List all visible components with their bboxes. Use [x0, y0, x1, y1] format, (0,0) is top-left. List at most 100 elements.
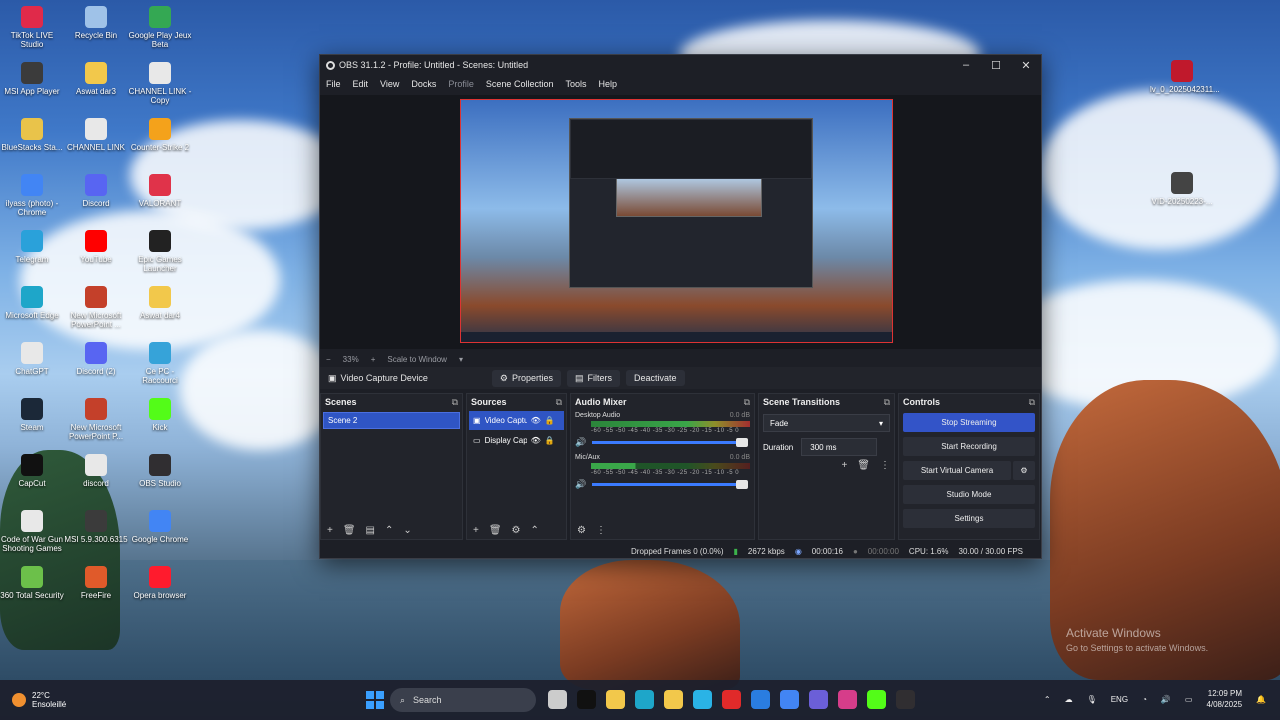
properties-button[interactable]: ⚙ Properties — [491, 369, 562, 387]
desktop-icon[interactable]: Counter-Strike 2 — [128, 118, 192, 152]
desktop-icon[interactable]: MSI 5.9.300.6315 — [64, 510, 128, 544]
volume-fader[interactable]: 🔊 — [575, 437, 750, 448]
desktop-icon[interactable]: Microsoft Edge — [0, 286, 64, 320]
desktop-icon[interactable]: New Microsoft PowerPoint ... — [64, 286, 128, 329]
add-icon[interactable]: + — [473, 525, 479, 536]
desktop-icon[interactable]: Google Play Jeux Beta — [128, 6, 192, 49]
cloud-icon[interactable]: ☁ — [1065, 695, 1073, 704]
chevron-up-icon[interactable]: ⌃ — [531, 525, 539, 536]
desktop-icon[interactable]: Code of War Gun Shooting Games — [0, 510, 64, 553]
stop-streaming-button[interactable]: Stop Streaming — [903, 413, 1035, 432]
menu-tools[interactable]: Tools — [565, 79, 586, 89]
desktop-icon[interactable]: BlueStacks Sta... — [0, 118, 64, 152]
desktop-icon[interactable]: CHANNEL LINK — [64, 118, 128, 152]
add-icon[interactable]: + — [327, 525, 333, 536]
preview-canvas[interactable] — [460, 99, 893, 343]
taskbar-app-icon[interactable] — [606, 690, 625, 709]
gear-icon[interactable]: ⚙ — [512, 525, 521, 536]
taskbar-app-icon[interactable] — [867, 690, 886, 709]
eye-icon[interactable]: 👁 — [531, 436, 541, 445]
desktop-icon[interactable]: Telegram — [0, 230, 64, 264]
menu-help[interactable]: Help — [598, 79, 617, 89]
gear-icon[interactable]: ⚙ — [1013, 461, 1035, 480]
chevron-down-icon[interactable]: ▾ — [459, 355, 463, 364]
source-row[interactable]: ▣ Video Capture Device 👁 🔒 — [469, 411, 564, 430]
filters-button[interactable]: ▤ Filters — [567, 369, 621, 387]
desktop-icon[interactable]: Recycle Bin — [64, 6, 128, 40]
more-icon[interactable]: ⋮ — [596, 525, 606, 536]
desktop-icon[interactable]: Aswat dar3 — [64, 62, 128, 96]
chevron-up-icon[interactable]: ⌃ — [385, 525, 393, 536]
menu-docks[interactable]: Docks — [411, 79, 436, 89]
speaker-icon[interactable]: 🔊 — [1161, 695, 1171, 704]
taskbar-app-icon[interactable] — [896, 690, 915, 709]
wifi-icon[interactable]: ◔ — [1142, 695, 1147, 704]
desktop-icon[interactable]: VALORANT — [128, 174, 192, 208]
microphone-icon[interactable]: 🎙 — [1087, 695, 1097, 704]
desktop-icon[interactable]: MSI App Player — [0, 62, 64, 96]
menu-file[interactable]: File — [326, 79, 341, 89]
taskbar-app-icon[interactable] — [693, 690, 712, 709]
minimize-button[interactable]: – — [951, 59, 981, 71]
fader-track[interactable] — [592, 480, 748, 489]
duration-input[interactable]: 300 ms — [801, 438, 878, 456]
taskbar-app-icon[interactable] — [780, 690, 799, 709]
filter-icon[interactable]: ▤ — [366, 525, 375, 536]
battery-icon[interactable]: ▭ — [1185, 695, 1193, 704]
scene-item[interactable]: Scene 2 — [323, 412, 460, 429]
undock-icon[interactable]: ⧉ — [1029, 397, 1035, 408]
desktop-icon[interactable]: Opera browser — [128, 566, 192, 600]
undock-icon[interactable]: ⧉ — [884, 397, 890, 408]
desktop-icon[interactable]: Discord — [64, 174, 128, 208]
desktop-icon[interactable]: ChatGPT — [0, 342, 64, 376]
desktop-icon[interactable]: Discord (2) — [64, 342, 128, 376]
source-row[interactable]: ▭ Display Capture 👁 🔒 — [469, 431, 564, 450]
desktop-icon[interactable]: Aswat dar4 — [128, 286, 192, 320]
undock-icon[interactable]: ⧉ — [452, 397, 458, 408]
notification-icon[interactable]: 🔔 — [1256, 695, 1266, 704]
start-virtual-camera-button[interactable]: Start Virtual Camera — [903, 461, 1011, 480]
desktop-icon[interactable]: New Microsoft PowerPoint P... — [64, 398, 128, 441]
search-box[interactable]: ⌕ Search — [390, 688, 536, 712]
desktop-icon[interactable]: ilyass (photo) - Chrome — [0, 174, 64, 217]
more-icon[interactable]: ⋮ — [880, 460, 890, 471]
fader-knob[interactable] — [736, 438, 748, 447]
taskbar-app-icon[interactable] — [838, 690, 857, 709]
lock-icon[interactable]: 🔒 — [545, 416, 555, 425]
taskbar-app-icon[interactable] — [722, 690, 741, 709]
lock-icon[interactable]: 🔒 — [545, 436, 555, 445]
zoom-out-button[interactable]: − — [326, 355, 331, 364]
start-recording-button[interactable]: Start Recording — [903, 437, 1035, 456]
add-icon[interactable]: + — [841, 460, 847, 471]
desktop-icon[interactable]: 360 Total Security — [0, 566, 64, 600]
volume-fader[interactable]: 🔊 — [575, 479, 750, 490]
taskbar-app-icon[interactable] — [548, 690, 567, 709]
desktop-icon[interactable]: TikTok LIVE Studio — [0, 6, 64, 49]
chevron-down-icon[interactable]: ⌄ — [403, 525, 411, 536]
deactivate-button[interactable]: Deactivate — [626, 370, 685, 386]
menu-view[interactable]: View — [380, 79, 399, 89]
taskbar-app-icon[interactable] — [751, 690, 770, 709]
fader-knob[interactable] — [736, 480, 748, 489]
desktop-icon[interactable]: lv_0_2025042311... — [1150, 60, 1220, 94]
desktop-icon[interactable]: Kick — [128, 398, 192, 432]
menu-scene-collection[interactable]: Scene Collection — [486, 79, 554, 89]
fader-track[interactable] — [592, 438, 748, 447]
taskbar-app-icon[interactable] — [664, 690, 683, 709]
desktop-icon[interactable]: Ce PC - Raccourci — [128, 342, 192, 385]
desktop-icon[interactable]: FreeFire — [64, 566, 128, 600]
transition-select[interactable]: Fade ▾ — [763, 414, 890, 432]
trash-icon[interactable]: 🗑 — [489, 525, 502, 536]
clock[interactable]: 12:09 PM 4/08/2025 — [1206, 688, 1242, 710]
weather-widget[interactable]: 22°C Ensoleillé — [12, 691, 66, 709]
desktop-icon[interactable]: Epic Games Launcher — [128, 230, 192, 273]
undock-icon[interactable]: ⧉ — [744, 397, 750, 408]
undock-icon[interactable]: ⧉ — [556, 397, 562, 408]
close-button[interactable]: ✕ — [1011, 59, 1041, 72]
menu-profile[interactable]: Profile — [448, 79, 474, 89]
taskbar-app-icon[interactable] — [577, 690, 596, 709]
trash-icon[interactable]: 🗑 — [857, 460, 870, 471]
speaker-icon[interactable]: 🔊 — [575, 437, 586, 448]
desktop-icon[interactable]: discord — [64, 454, 128, 488]
preview-area[interactable] — [320, 95, 1041, 349]
